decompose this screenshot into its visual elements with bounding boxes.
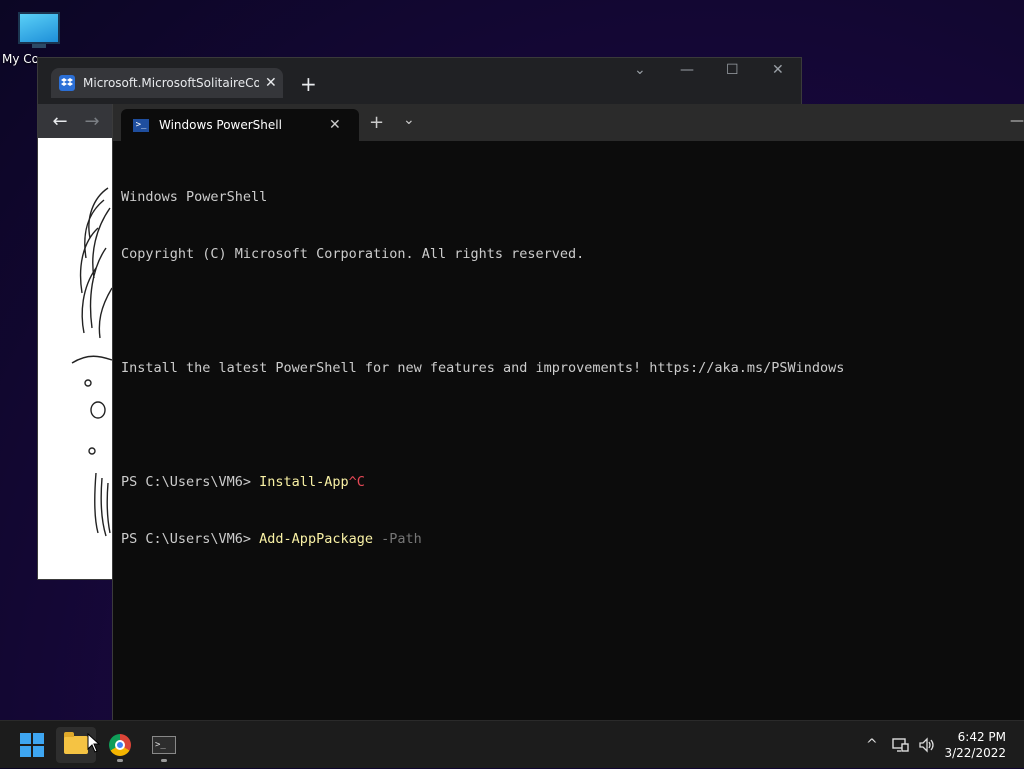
terminal-line: Windows PowerShell — [121, 189, 268, 205]
tray-overflow-button[interactable]: ^ — [866, 721, 878, 769]
browser-tab[interactable]: Microsoft.MicrosoftSolitaireCollection ✕ — [51, 68, 283, 98]
terminal-new-tab-button[interactable]: + — [369, 112, 384, 133]
terminal-tabbar: >_ Windows PowerShell ✕ + ⌄ — — [113, 104, 1024, 141]
browser-tabstrip: Microsoft.MicrosoftSolitaireCollection ✕… — [38, 58, 801, 104]
desktop-icon-label: My Computer — [2, 52, 40, 66]
folder-icon — [64, 732, 88, 754]
clock-time: 6:42 PM — [957, 730, 1006, 744]
browser-tab-title: Microsoft.MicrosoftSolitaireCollection — [83, 76, 259, 90]
back-arrow-icon[interactable]: ← — [44, 111, 76, 132]
terminal-line: Copyright (C) Microsoft Corporation. All… — [121, 246, 585, 262]
running-indicator — [117, 759, 123, 762]
dropbox-icon — [59, 75, 75, 91]
prompt: PS C:\Users\VM6> — [121, 531, 260, 547]
command: Install-App — [259, 474, 349, 490]
command: Add-AppPackage — [259, 531, 373, 547]
browser-maximize-button[interactable]: ☐ — [726, 62, 739, 78]
windows-logo-icon — [20, 733, 44, 757]
clock[interactable]: 6:42 PM 3/22/2022 — [944, 729, 1006, 761]
terminal-tab-title: Windows PowerShell — [159, 118, 282, 132]
browser-new-tab-button[interactable]: + — [300, 72, 317, 96]
browser-dropdown-icon[interactable]: ⌄ — [634, 62, 646, 78]
clock-date: 3/22/2022 — [944, 746, 1006, 760]
sketch-illustration — [71, 187, 112, 537]
parameter: -Path — [372, 531, 422, 547]
terminal-tab[interactable]: >_ Windows PowerShell ✕ — [121, 109, 359, 141]
terminal-line: Install the latest PowerShell for new fe… — [121, 360, 845, 376]
running-indicator — [161, 759, 167, 762]
network-icon[interactable] — [892, 721, 910, 769]
volume-icon[interactable] — [918, 721, 936, 769]
browser-close-button[interactable]: ✕ — [772, 62, 784, 78]
taskbar-chrome[interactable] — [100, 727, 140, 763]
terminal-minimize-button[interactable]: — — [1010, 113, 1024, 129]
terminal-output[interactable]: Windows PowerShell Copyright (C) Microso… — [121, 150, 1024, 587]
mouse-cursor-icon — [87, 733, 101, 753]
terminal-dropdown-icon[interactable]: ⌄ — [403, 112, 415, 128]
terminal-line: PS C:\Users\VM6> Install-App^C — [121, 473, 1024, 492]
taskbar-terminal[interactable]: >_ — [144, 727, 184, 763]
powershell-icon: >_ — [133, 118, 149, 132]
forward-arrow-icon[interactable]: → — [76, 111, 108, 132]
browser-tab-close-icon[interactable]: ✕ — [265, 75, 277, 91]
start-button[interactable] — [12, 727, 52, 763]
browser-minimize-button[interactable]: — — [680, 62, 694, 78]
chrome-icon — [109, 734, 131, 756]
taskbar: >_ ^ 6:42 PM 3/22/2022 — [0, 720, 1024, 768]
browser-page-content — [38, 138, 112, 579]
terminal-window[interactable]: >_ Windows PowerShell ✕ + ⌄ — Windows Po… — [112, 104, 1024, 720]
chevron-up-icon: ^ — [866, 737, 878, 753]
terminal-icon: >_ — [152, 736, 176, 754]
monitor-icon — [18, 12, 60, 48]
terminal-tab-close-icon[interactable]: ✕ — [329, 117, 341, 133]
terminal-input-line[interactable]: PS C:\Users\VM6> Add-AppPackage -Path — [121, 530, 1024, 549]
prompt: PS C:\Users\VM6> — [121, 474, 260, 490]
ctrl-c: ^C — [348, 474, 365, 490]
